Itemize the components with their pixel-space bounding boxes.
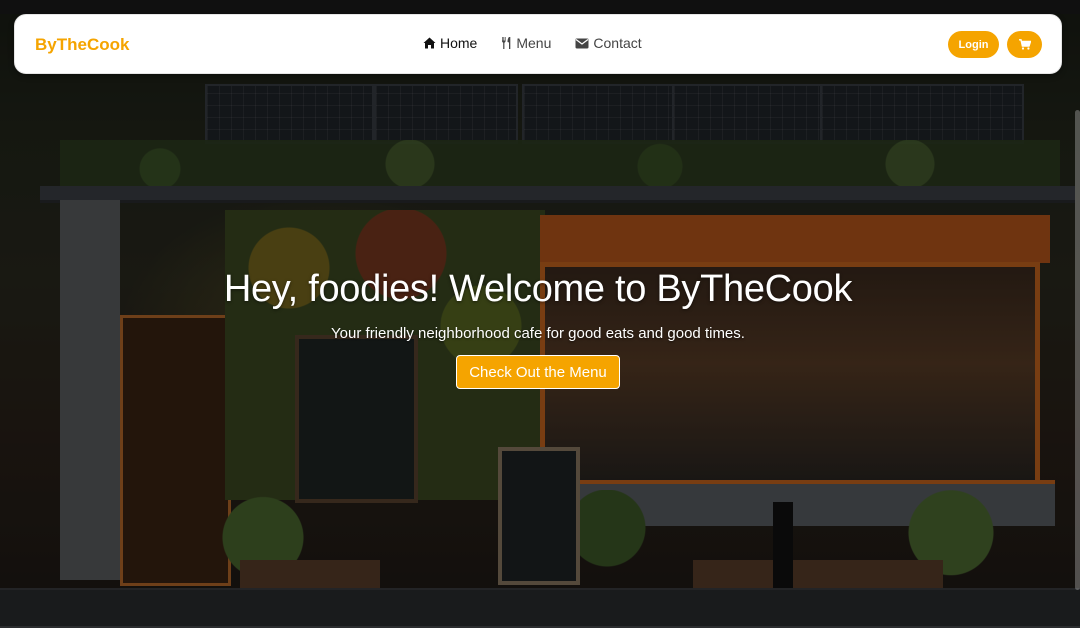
cart-button[interactable]: [1007, 31, 1042, 58]
cart-icon: [1018, 39, 1031, 50]
menu-cta-button[interactable]: Check Out the Menu: [456, 355, 620, 389]
home-icon: [423, 37, 436, 49]
nav-link-home-label: Home: [440, 35, 478, 51]
nav-link-menu[interactable]: Menu: [501, 35, 551, 51]
navbar: ByTheCook Home Menu Contact Login: [14, 14, 1062, 74]
brand-logo[interactable]: ByTheCook: [35, 35, 129, 55]
scrollbar[interactable]: [1075, 110, 1080, 590]
nav-links: Home Menu Contact: [423, 35, 642, 51]
nav-link-contact[interactable]: Contact: [575, 35, 642, 51]
nav-link-menu-label: Menu: [516, 35, 552, 51]
hero-title: Hey, foodies! Welcome to ByTheCook: [223, 268, 853, 310]
login-button[interactable]: Login: [948, 31, 999, 58]
nav-link-home[interactable]: Home: [423, 35, 477, 51]
envelope-icon: [575, 38, 589, 49]
hero-content: Hey, foodies! Welcome to ByTheCook Your …: [0, 268, 1076, 389]
hero-subtitle: Your friendly neighborhood cafe for good…: [331, 325, 745, 342]
nav-link-contact-label: Contact: [593, 35, 642, 51]
utensils-icon: [501, 37, 512, 49]
